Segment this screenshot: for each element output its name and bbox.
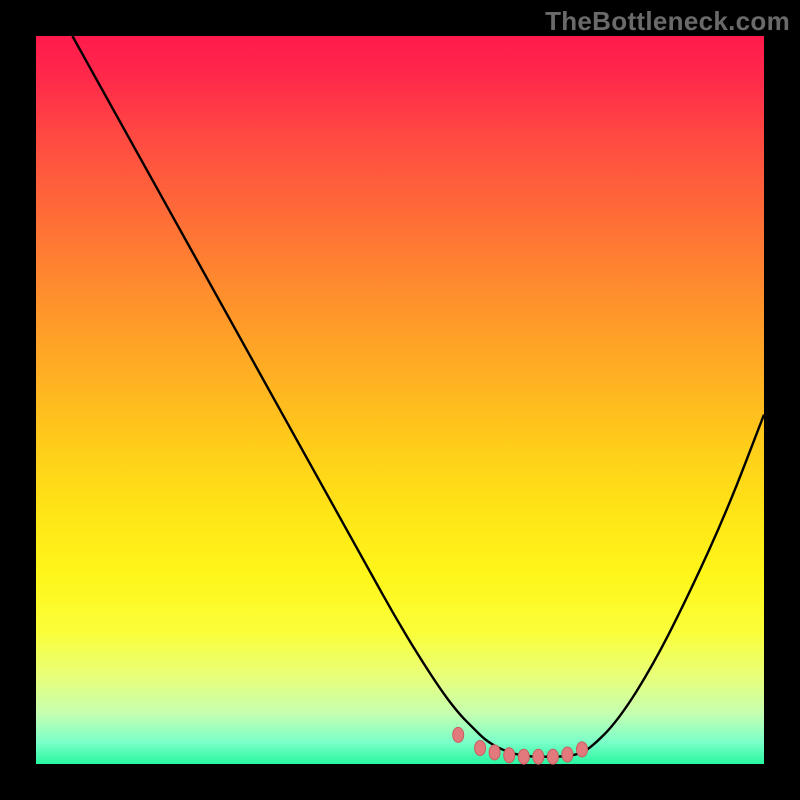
highlight-dot bbox=[547, 749, 558, 764]
highlight-dot bbox=[562, 747, 573, 762]
highlight-dot bbox=[533, 749, 544, 764]
highlight-dot bbox=[475, 741, 486, 756]
watermark-label: TheBottleneck.com bbox=[545, 6, 790, 37]
highlight-dots bbox=[36, 36, 764, 764]
highlight-dot bbox=[489, 745, 500, 760]
highlight-dot bbox=[518, 749, 529, 764]
plot-area bbox=[36, 36, 764, 764]
chart-frame: TheBottleneck.com bbox=[0, 0, 800, 800]
highlight-dot bbox=[577, 742, 588, 757]
highlight-dot bbox=[504, 748, 515, 763]
dots-group bbox=[453, 727, 588, 764]
highlight-dot bbox=[453, 727, 464, 742]
